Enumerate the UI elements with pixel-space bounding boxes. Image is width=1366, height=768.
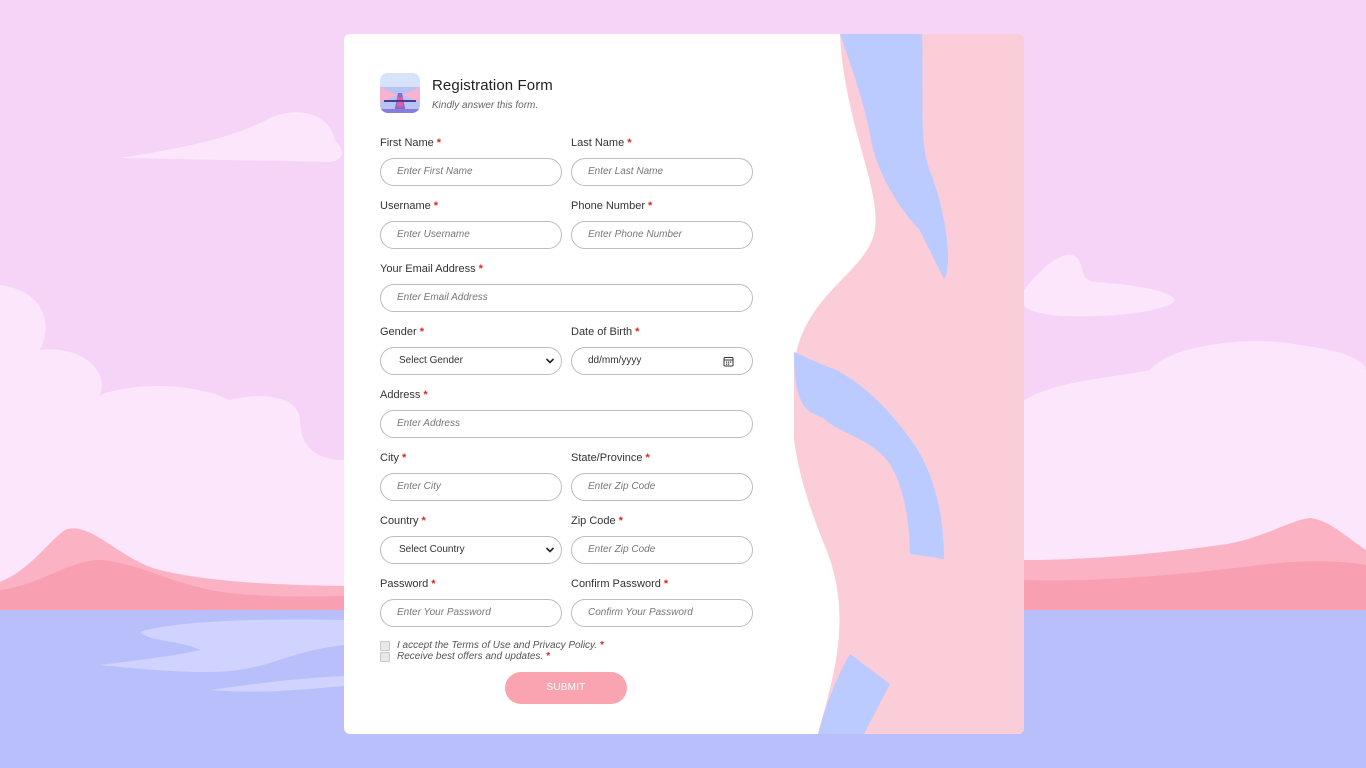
address-label: Address <box>380 389 421 401</box>
form-header: Registration Form Kindly answer this for… <box>380 73 553 113</box>
offers-checkbox-label: Receive best offers and updates. <box>397 651 544 662</box>
form-title: Registration Form <box>432 77 553 94</box>
dob-field: Date of Birth * dd/mm/yyyy <box>571 325 753 375</box>
first-name-field: First Name * Enter First Name <box>380 136 562 186</box>
required-mark: * <box>436 137 442 149</box>
dob-value: dd/mm/yyyy <box>588 355 642 366</box>
chevron-down-icon <box>545 358 555 364</box>
required-mark: * <box>423 389 428 401</box>
required-mark: * <box>419 326 424 338</box>
zip-field: Zip Code * Enter Zip Code <box>571 514 753 564</box>
confirm-password-input[interactable]: Confirm Your Password <box>571 599 753 627</box>
password-input[interactable]: Enter Your Password <box>380 599 562 627</box>
password-label: Password <box>380 578 429 590</box>
zip-label: Zip Code <box>571 515 616 527</box>
app-logo-icon <box>380 73 420 113</box>
address-input[interactable]: Enter Address <box>380 410 753 438</box>
username-field: Username * Enter Username <box>380 199 562 249</box>
confirm-password-field: Confirm Password * Confirm Your Password <box>571 577 753 627</box>
country-select[interactable]: Select Country <box>380 536 562 564</box>
required-mark: * <box>401 452 407 464</box>
password-field: Password * Enter Your Password <box>380 577 562 627</box>
terms-checkbox-label: I accept the Terms of Use and Privacy Po… <box>397 640 598 651</box>
offers-checkbox[interactable] <box>380 651 390 662</box>
required-mark: * <box>546 651 551 662</box>
state-label: State/Province <box>571 452 643 464</box>
required-mark: * <box>478 263 483 275</box>
first-name-label: First Name <box>380 137 434 149</box>
phone-input[interactable]: Enter Phone Number <box>571 221 753 249</box>
required-mark: * <box>645 452 650 464</box>
card-wave-art <box>794 34 1024 734</box>
phone-field: Phone Number * Enter Phone Number <box>571 199 753 249</box>
city-field: City * Enter City <box>380 451 562 501</box>
terms-checkbox-row: I accept the Terms of Use and Privacy Po… <box>380 640 753 651</box>
last-name-field: Last Name * Enter Last Name <box>571 136 753 186</box>
email-field: Your Email Address * Enter Email Address <box>380 262 753 312</box>
chevron-down-icon <box>545 547 555 553</box>
required-mark: * <box>627 137 632 149</box>
consent-checkboxes: I accept the Terms of Use and Privacy Po… <box>380 640 753 662</box>
gender-select[interactable]: Select Gender <box>380 347 562 375</box>
last-name-label: Last Name <box>571 137 625 149</box>
username-label: Username <box>380 200 431 212</box>
calendar-icon[interactable] <box>723 356 734 367</box>
required-mark: * <box>600 640 604 651</box>
city-label: City <box>380 452 399 464</box>
submit-button[interactable]: SUBMIT <box>505 672 627 704</box>
required-mark: * <box>648 200 653 212</box>
offers-checkbox-row: Receive best offers and updates. * <box>380 651 753 662</box>
phone-label: Phone Number <box>571 200 645 212</box>
state-field: State/Province * Enter Zip Code <box>571 451 753 501</box>
city-input[interactable]: Enter City <box>380 473 562 501</box>
gender-label: Gender <box>380 326 417 338</box>
email-input[interactable]: Enter Email Address <box>380 284 753 312</box>
dob-label: Date of Birth <box>571 326 633 338</box>
gender-field: Gender * Select Gender <box>380 325 562 375</box>
gender-select-value: Select Gender <box>399 355 463 366</box>
required-mark: * <box>433 200 439 212</box>
country-label: Country <box>380 515 419 527</box>
registration-card: Registration Form Kindly answer this for… <box>344 34 1024 734</box>
email-label: Your Email Address <box>380 263 476 275</box>
state-input[interactable]: Enter Zip Code <box>571 473 753 501</box>
country-select-value: Select Country <box>399 544 465 555</box>
confirm-password-label: Confirm Password <box>571 578 661 590</box>
first-name-input[interactable]: Enter First Name <box>380 158 562 186</box>
address-field: Address * Enter Address <box>380 388 753 438</box>
terms-checkbox[interactable] <box>380 640 390 651</box>
required-mark: * <box>635 326 640 338</box>
username-input[interactable]: Enter Username <box>380 221 562 249</box>
dob-input[interactable]: dd/mm/yyyy <box>571 347 753 375</box>
required-mark: * <box>431 578 436 590</box>
required-mark: * <box>618 515 623 527</box>
zip-input[interactable]: Enter Zip Code <box>571 536 753 564</box>
country-field: Country * Select Country <box>380 514 562 564</box>
last-name-input[interactable]: Enter Last Name <box>571 158 753 186</box>
required-mark: * <box>663 578 669 590</box>
required-mark: * <box>421 515 426 527</box>
form-subtitle: Kindly answer this form. <box>432 100 539 111</box>
registration-form: First Name * Enter First Name Last Name * … <box>380 136 753 662</box>
